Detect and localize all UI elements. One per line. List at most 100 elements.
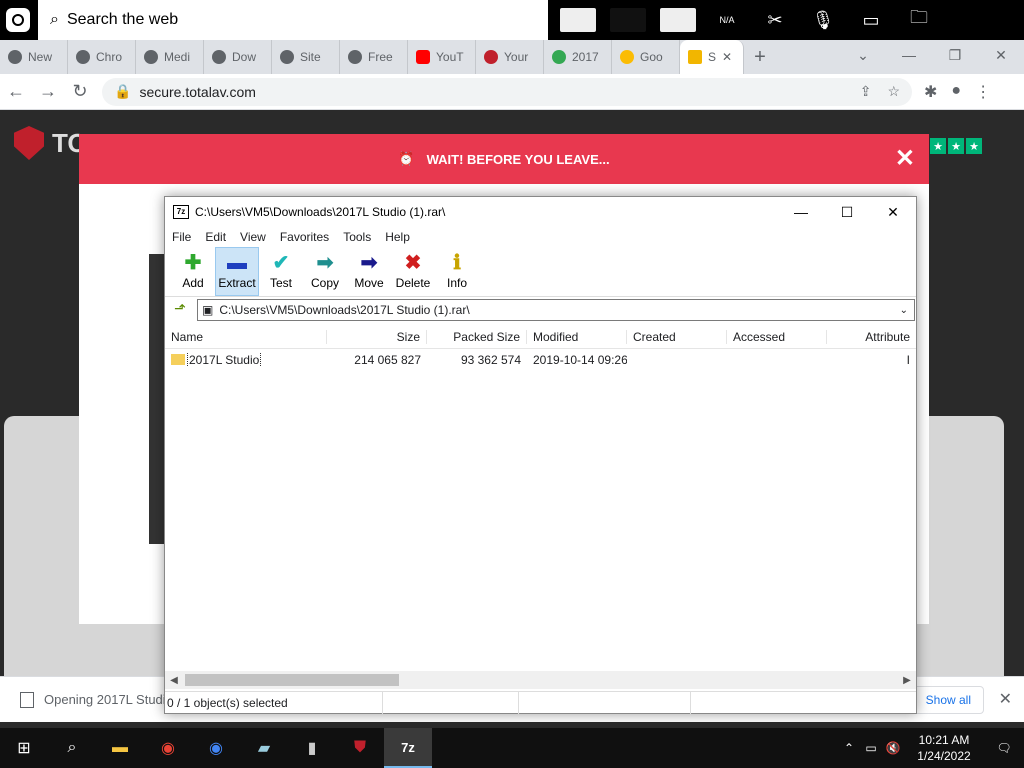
column-header-created[interactable]: Created: [627, 329, 727, 344]
web-search-box[interactable]: ⌕ Search the web: [38, 0, 548, 40]
clock[interactable]: 10:21 AM 1/24/2022: [904, 732, 984, 764]
cell-packed-size: 93 362 574: [460, 353, 521, 367]
extensions-icon[interactable]: ✱: [924, 82, 937, 102]
search-icon: ⌕: [50, 11, 59, 28]
window-thumbnail[interactable]: [610, 8, 646, 32]
totalav-button[interactable]: ⛊: [336, 728, 384, 768]
tab-favicon: [348, 50, 362, 64]
browser-tab-active[interactable]: S ✕: [680, 40, 744, 74]
scrollbar-thumb[interactable]: [185, 674, 399, 686]
chevron-up-icon[interactable]: ⌃: [838, 741, 860, 755]
column-header-attribute[interactable]: Attribute: [827, 330, 916, 344]
menu-tools[interactable]: Tools: [343, 230, 371, 244]
x-icon: ✖: [404, 252, 422, 274]
menu-file[interactable]: File: [172, 230, 191, 244]
browser-tab[interactable]: Your: [476, 40, 544, 74]
folder-up-icon[interactable]: ⬏: [169, 300, 191, 320]
shield-icon: ⛊: [353, 739, 366, 756]
download-item[interactable]: Opening 2017L Studi: [20, 691, 166, 708]
folder-icon[interactable]: 🗀: [902, 6, 936, 34]
show-all-button[interactable]: Show all: [912, 686, 984, 714]
browser-tab[interactable]: Free: [340, 40, 408, 74]
microphone-off-icon[interactable]: 🎙: [806, 6, 840, 34]
table-row[interactable]: 2017L Studio 214 065 827 93 362 574 2019…: [165, 349, 916, 371]
chevron-down-icon[interactable]: ⌄: [840, 40, 886, 74]
window-thumbnail[interactable]: [560, 8, 596, 32]
move-button[interactable]: ➡ Move: [347, 247, 391, 296]
menu-help[interactable]: Help: [385, 230, 410, 244]
delete-button[interactable]: ✖ Delete: [391, 247, 435, 296]
info-button[interactable]: ℹ Info: [435, 247, 479, 296]
menu-view[interactable]: View: [240, 230, 266, 244]
chrome-button[interactable]: ◉: [144, 728, 192, 768]
info-label: Info: [446, 276, 467, 290]
modal-title: WAIT! BEFORE YOU LEAVE...: [426, 151, 610, 167]
profile-icon[interactable]: ●: [951, 82, 961, 102]
browser-tab[interactable]: Medi: [136, 40, 204, 74]
start-button[interactable]: ⊞: [0, 728, 48, 768]
close-button[interactable]: ✕: [870, 197, 916, 227]
notepad-button[interactable]: ▰: [240, 728, 288, 768]
volume-muted-icon[interactable]: 🔇: [882, 741, 904, 755]
column-header-packed-size[interactable]: Packed Size: [427, 329, 527, 344]
close-button[interactable]: ✕: [978, 40, 1024, 74]
search-button[interactable]: ⌕: [48, 728, 96, 768]
browser-window-controls: ⌄ — ❐ ✕: [840, 40, 1024, 74]
horizontal-scrollbar[interactable]: ◀ ▶: [165, 671, 916, 689]
download-item-label: Opening 2017L Studi: [44, 692, 166, 707]
reload-button[interactable]: ↻: [64, 81, 96, 102]
share-icon[interactable]: ⇪: [860, 83, 872, 100]
cortana-button[interactable]: [6, 8, 30, 32]
column-header-accessed[interactable]: Accessed: [727, 329, 827, 344]
star-icon[interactable]: ☆: [887, 83, 900, 100]
path-combobox[interactable]: ▣ C:\Users\VM5\Downloads\2017L Studio (1…: [197, 299, 915, 321]
close-downloads-icon[interactable]: ✕: [999, 689, 1012, 709]
sevenzip-taskbar-button[interactable]: 7z: [384, 728, 432, 768]
file-explorer-button[interactable]: ▬: [96, 728, 144, 768]
extract-button[interactable]: ▬ Extract: [215, 247, 259, 296]
chevron-down-icon[interactable]: ⌄: [900, 305, 908, 316]
menu-icon[interactable]: ⋮: [975, 82, 991, 102]
notifications-icon[interactable]: 🗨: [984, 741, 1024, 755]
restore-button[interactable]: ❐: [932, 40, 978, 74]
browser-tab[interactable]: 2017: [544, 40, 612, 74]
clock-time: 10:21 AM: [918, 733, 970, 747]
menu-favorites[interactable]: Favorites: [280, 230, 329, 244]
window-thumbnail[interactable]: [660, 8, 696, 32]
maximize-button[interactable]: ☐: [824, 197, 870, 227]
star-icon: ★: [930, 138, 946, 154]
browser-tab[interactable]: Dow: [204, 40, 272, 74]
back-button[interactable]: ←: [0, 81, 32, 102]
minimize-button[interactable]: —: [886, 40, 932, 74]
chrome-profile-button[interactable]: ◉: [192, 728, 240, 768]
scissors-icon[interactable]: ✂: [758, 6, 792, 34]
copy-button[interactable]: ➡ Copy: [303, 247, 347, 296]
shield-icon: [14, 126, 44, 160]
network-icon[interactable]: ▭: [860, 741, 882, 755]
column-header-modified[interactable]: Modified: [527, 329, 627, 344]
scroll-right-icon[interactable]: ▶: [898, 675, 916, 686]
column-header-size[interactable]: Size: [327, 329, 427, 344]
close-tab-icon[interactable]: ✕: [722, 50, 732, 64]
new-tab-button[interactable]: +: [744, 46, 776, 69]
menu-edit[interactable]: Edit: [205, 230, 226, 244]
test-button[interactable]: ✔ Test: [259, 247, 303, 296]
browser-tab[interactable]: Site: [272, 40, 340, 74]
browser-tab[interactable]: New: [0, 40, 68, 74]
browser-tab[interactable]: Chro: [68, 40, 136, 74]
archive-app-button[interactable]: ▮: [288, 728, 336, 768]
browser-tab[interactable]: Goo: [612, 40, 680, 74]
forward-button[interactable]: →: [32, 81, 64, 102]
star-icon: ★: [948, 138, 964, 154]
arrow-right-icon: ➡: [316, 252, 334, 274]
omnibox[interactable]: 🔒 secure.totalav.com ⇪ ☆: [102, 77, 912, 106]
web-search-placeholder: Search the web: [66, 11, 179, 28]
cloud-icon[interactable]: N/A: [710, 6, 744, 34]
browser-tab[interactable]: YouT: [408, 40, 476, 74]
camera-off-icon[interactable]: ▭: [854, 6, 888, 34]
scroll-left-icon[interactable]: ◀: [165, 675, 183, 686]
add-button[interactable]: ✚ Add: [171, 247, 215, 296]
column-header-name[interactable]: Name: [165, 329, 327, 344]
minimize-button[interactable]: —: [778, 197, 824, 227]
modal-close-button[interactable]: ✕: [895, 144, 915, 173]
